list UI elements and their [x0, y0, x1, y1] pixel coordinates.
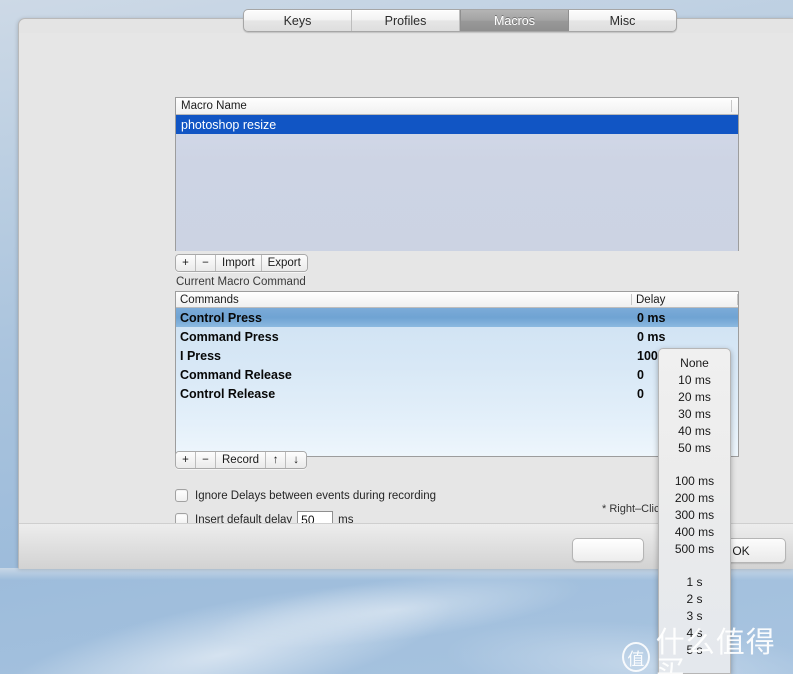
delay-column-header: Delay [636, 293, 666, 306]
table-row[interactable]: Control Release 0 [176, 384, 738, 403]
move-down-button[interactable]: ↓ [286, 452, 307, 468]
menu-item-4s[interactable]: 4 s [659, 624, 730, 641]
ignore-delays-option[interactable]: Ignore Delays between events during reco… [175, 489, 436, 502]
column-separator-right [737, 294, 738, 305]
current-macro-command-label: Current Macro Command [176, 276, 306, 288]
table-row[interactable]: Command Release 0 [176, 365, 738, 384]
command-name: I Press [180, 348, 222, 363]
tab-macros[interactable]: Macros [460, 10, 569, 31]
menu-item-20ms[interactable]: 20 ms [659, 388, 730, 405]
macro-list-toolbar[interactable]: + − Import Export [175, 254, 308, 272]
macro-list-header: Macro Name [176, 98, 738, 115]
menu-item-2s[interactable]: 2 s [659, 590, 730, 607]
command-delay[interactable]: 0 ms [632, 311, 738, 325]
menu-item-1s[interactable]: 1 s [659, 573, 730, 590]
list-item[interactable]: photoshop resize [176, 115, 738, 134]
right-click-hint: * Right–Click [602, 503, 665, 515]
column-separator [731, 100, 732, 112]
menu-item-300ms[interactable]: 300 ms [659, 506, 730, 523]
commands-toolbar[interactable]: + − Record ↑ ↓ [175, 451, 308, 469]
table-row[interactable]: I Press 100 ms [176, 346, 738, 365]
menu-item-400ms[interactable]: 400 ms [659, 523, 730, 540]
command-name: Command Press [180, 329, 279, 344]
add-macro-button[interactable]: + [176, 255, 196, 271]
move-up-button[interactable]: ↑ [266, 452, 287, 468]
commands-table-header: Commands Delay [176, 292, 738, 308]
menu-item-5s[interactable]: 5 s [659, 641, 730, 658]
table-row[interactable]: Command Press 0 ms [176, 327, 738, 346]
record-button[interactable]: Record [216, 452, 267, 468]
tab-bar[interactable]: Keys Profiles Macros Misc [243, 9, 677, 32]
commands-column-header: Commands [180, 293, 239, 306]
command-name: Command Release [180, 367, 292, 382]
secondary-button[interactable] [572, 538, 644, 562]
macro-list-body[interactable]: photoshop resize [176, 115, 738, 251]
add-command-button[interactable]: + [176, 452, 196, 468]
tab-profiles[interactable]: Profiles [352, 10, 460, 31]
menu-separator [659, 557, 730, 573]
menu-item-500ms[interactable]: 500 ms [659, 540, 730, 557]
menu-item-3s[interactable]: 3 s [659, 607, 730, 624]
command-name: Control Press [180, 310, 262, 325]
export-macro-button[interactable]: Export [261, 255, 307, 271]
menu-item-none[interactable]: None [659, 354, 730, 371]
ignore-delays-label: Ignore Delays between events during reco… [195, 489, 437, 502]
commands-table-body[interactable]: Control Press 0 ms Command Press 0 ms I … [176, 308, 738, 456]
delay-dropdown-menu[interactable]: None 10 ms 20 ms 30 ms 40 ms 50 ms 100 m… [658, 348, 731, 674]
ignore-delays-checkbox[interactable] [175, 489, 188, 502]
menu-item-10ms[interactable]: 10 ms [659, 371, 730, 388]
macro-name-label: photoshop resize [181, 117, 277, 132]
menu-item-50ms[interactable]: 50 ms [659, 439, 730, 456]
command-delay[interactable]: 0 ms [632, 330, 738, 344]
tab-keys[interactable]: Keys [244, 10, 352, 31]
macro-name-list[interactable]: Macro Name photoshop resize [175, 97, 739, 251]
menu-separator [659, 456, 730, 472]
remove-macro-button[interactable]: − [196, 255, 216, 271]
menu-item-100ms[interactable]: 100 ms [659, 472, 730, 489]
menu-item-30ms[interactable]: 30 ms [659, 405, 730, 422]
menu-item-200ms[interactable]: 200 ms [659, 489, 730, 506]
table-row[interactable]: Control Press 0 ms [176, 308, 738, 327]
remove-command-button[interactable]: − [196, 452, 216, 468]
commands-table[interactable]: Commands Delay Control Press 0 ms Comman… [175, 291, 739, 457]
import-macro-button[interactable]: Import [216, 255, 262, 271]
tab-misc[interactable]: Misc [569, 10, 676, 31]
menu-item-40ms[interactable]: 40 ms [659, 422, 730, 439]
macro-name-column-header: Macro Name [181, 100, 247, 112]
command-name: Control Release [180, 386, 276, 401]
